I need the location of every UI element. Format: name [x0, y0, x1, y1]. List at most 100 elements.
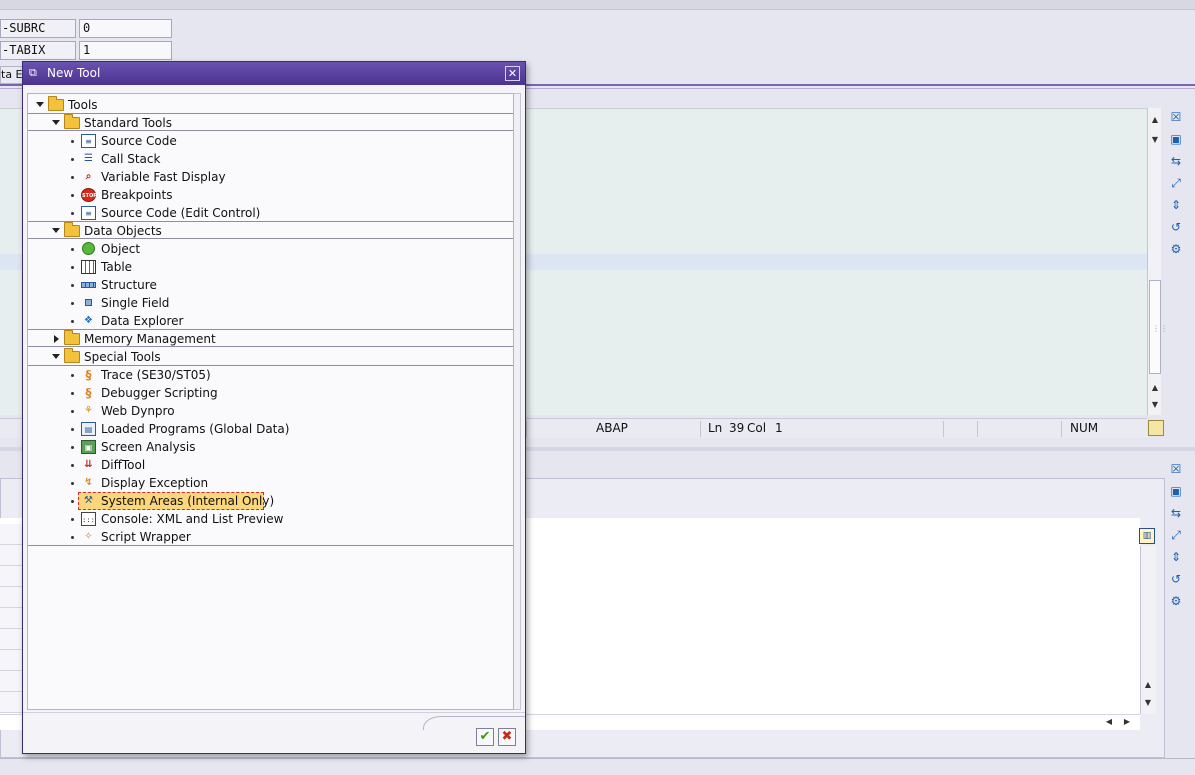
- expand-arrow-icon[interactable]: [52, 228, 60, 233]
- screen-analysis-icon: ▣: [81, 440, 96, 454]
- loaded-programs-icon: ▤: [81, 422, 96, 436]
- tree-item-source-code[interactable]: ≡ Source Code: [28, 132, 513, 150]
- trace-icon: §: [85, 368, 92, 382]
- bottom-status-line: [0, 758, 1195, 775]
- tree-item-label: Object: [101, 242, 141, 256]
- tree-item-source-code-edit-control[interactable]: ≡ Source Code (Edit Control): [28, 204, 513, 222]
- debugger-tab[interactable]: ta Ex: [0, 66, 24, 84]
- tree-item-label: Breakpoints: [101, 188, 173, 202]
- scroll-thumb[interactable]: ⋮⋮: [1149, 280, 1168, 374]
- expand-arrow-icon[interactable]: [52, 120, 60, 125]
- tree-item-screen-analysis[interactable]: ▣ Screen Analysis: [28, 438, 513, 456]
- services-icon[interactable]: ⚙: [1166, 240, 1186, 258]
- scroll-left-icon[interactable]: ◀: [1102, 715, 1116, 729]
- sysfield-value-subrc[interactable]: 0: [79, 19, 172, 38]
- editor-vertical-scrollbar[interactable]: ▲ ▼ ⋮⋮ ▲ ▼: [1147, 108, 1168, 415]
- folder-open-icon: [64, 222, 80, 237]
- lower-row-headers: [0, 524, 22, 714]
- tree-item-variable-fast-display[interactable]: ⌕ Variable Fast Display: [28, 168, 513, 186]
- cancel-icon: ✖: [501, 729, 513, 744]
- swap-icon[interactable]: ⇕: [1166, 548, 1186, 566]
- tree-item-structure[interactable]: Structure: [28, 276, 513, 294]
- close-icon[interactable]: ✕: [505, 66, 520, 81]
- folder-open-icon: [64, 348, 80, 363]
- dialog-footer-divider: [23, 712, 525, 713]
- object-icon: [82, 242, 95, 255]
- tree-item-label: Script Wrapper: [101, 530, 191, 544]
- tree-item-call-stack[interactable]: ☰ Call Stack: [28, 150, 513, 168]
- tree-item-label: Screen Analysis: [101, 440, 196, 454]
- tree-item-system-areas[interactable]: ⚒ System Areas (Internal Only): [28, 492, 513, 510]
- collapse-arrow-icon[interactable]: [54, 335, 59, 343]
- close-tool-icon[interactable]: ☒: [1166, 460, 1186, 478]
- tree-group-special-tools[interactable]: Special Tools: [28, 348, 513, 366]
- tree-item-console[interactable]: ::: Console: XML and List Preview: [28, 510, 513, 528]
- scroll-down-icon[interactable]: ▼: [1141, 696, 1155, 710]
- top-toolbar-strip: [0, 0, 1195, 10]
- source-code-edit-icon: ≡: [81, 206, 96, 220]
- tree-group-memory-management[interactable]: Memory Management: [28, 329, 513, 347]
- close-tool-icon[interactable]: ☒: [1166, 108, 1186, 126]
- tree-item-web-dynpro[interactable]: ⚘ Web Dynpro: [28, 402, 513, 420]
- tree-vertical-scrollbar[interactable]: [514, 93, 521, 710]
- services-icon[interactable]: ⚙: [1166, 592, 1186, 610]
- tree-root-tools[interactable]: Tools: [28, 96, 513, 114]
- tree-item-loaded-programs[interactable]: ▤ Loaded Programs (Global Data): [28, 420, 513, 438]
- tree-item-label: Source Code: [101, 134, 177, 148]
- tree-item-trace[interactable]: § Trace (SE30/ST05): [28, 366, 513, 384]
- sysfield-label-tabix: -TABIX: [0, 41, 76, 60]
- new-tool-icon[interactable]: ▣: [1166, 130, 1186, 148]
- dialog-title: New Tool: [47, 66, 101, 80]
- tree-item-data-explorer[interactable]: ❖ Data Explorer: [28, 312, 513, 330]
- tree-item-difftool[interactable]: ⇊ DiffTool: [28, 456, 513, 474]
- difftool-icon: ⇊: [84, 459, 93, 470]
- tree-group-standard-tools[interactable]: Standard Tools: [28, 113, 513, 131]
- status-col-label: Col: [747, 421, 767, 435]
- tree-item-label: Variable Fast Display: [101, 170, 226, 184]
- tree-item-single-field[interactable]: Single Field: [28, 294, 513, 312]
- new-tool-icon[interactable]: ▣: [1166, 482, 1186, 500]
- scroll-down-icon[interactable]: ▼: [1148, 398, 1162, 412]
- tree-node-label: Standard Tools: [84, 116, 172, 130]
- tree-item-display-exception[interactable]: ↯ Display Exception: [28, 474, 513, 492]
- undo-icon[interactable]: ↺: [1166, 570, 1186, 588]
- tree-node-label: Memory Management: [84, 332, 216, 346]
- cancel-button[interactable]: ✖: [498, 728, 516, 746]
- status-ln-label: Ln: [708, 421, 723, 435]
- table-layout-icon[interactable]: ▥: [1139, 528, 1155, 544]
- tree-group-data-objects[interactable]: Data Objects: [28, 221, 513, 239]
- replace-tool-icon[interactable]: ⇆: [1166, 152, 1186, 170]
- ok-button[interactable]: ✔: [476, 728, 494, 746]
- tree-item-object[interactable]: Object: [28, 240, 513, 258]
- tree-node-label: Tools: [68, 98, 98, 112]
- maximize-icon[interactable]: ⤢: [1166, 174, 1186, 192]
- scroll-down-icon[interactable]: ▼: [1148, 133, 1162, 147]
- scroll-up-icon[interactable]: ▲: [1148, 381, 1162, 395]
- tree-item-table[interactable]: Table: [28, 258, 513, 276]
- tool-tree[interactable]: Tools Standard Tools ≡ Source Code ☰ Cal…: [27, 93, 514, 710]
- swap-icon[interactable]: ⇕: [1166, 196, 1186, 214]
- structure-icon: [81, 282, 96, 288]
- expand-arrow-icon[interactable]: [52, 354, 60, 359]
- stop-icon: STOP: [81, 188, 97, 202]
- undo-icon[interactable]: ↺: [1166, 218, 1186, 236]
- single-field-icon: [85, 299, 92, 306]
- system-areas-icon: ⚒: [84, 495, 93, 506]
- replace-tool-icon[interactable]: ⇆: [1166, 504, 1186, 522]
- lower-vertical-scrollbar[interactable]: ▲ ▼: [1140, 546, 1156, 714]
- scroll-right-icon[interactable]: ▶: [1120, 715, 1134, 729]
- sysfield-value-tabix[interactable]: 1: [79, 41, 172, 60]
- tree-item-label: Loaded Programs (Global Data): [101, 422, 290, 436]
- scroll-up-icon[interactable]: ▲: [1148, 113, 1162, 127]
- dialog-title-bar[interactable]: ⧉ New Tool ✕: [23, 62, 525, 85]
- data-explorer-icon: ❖: [84, 315, 93, 326]
- tree-item-script-wrapper[interactable]: ✧ Script Wrapper: [28, 528, 513, 546]
- tree-item-debugger-scripting[interactable]: § Debugger Scripting: [28, 384, 513, 402]
- tree-item-label: Web Dynpro: [101, 404, 175, 418]
- tree-item-breakpoints[interactable]: STOP Breakpoints: [28, 186, 513, 204]
- exception-icon: ↯: [84, 477, 93, 488]
- editor-settings-icon[interactable]: [1148, 420, 1164, 436]
- scroll-up-icon[interactable]: ▲: [1141, 678, 1155, 692]
- expand-arrow-icon[interactable]: [36, 102, 44, 107]
- maximize-icon[interactable]: ⤢: [1166, 526, 1186, 544]
